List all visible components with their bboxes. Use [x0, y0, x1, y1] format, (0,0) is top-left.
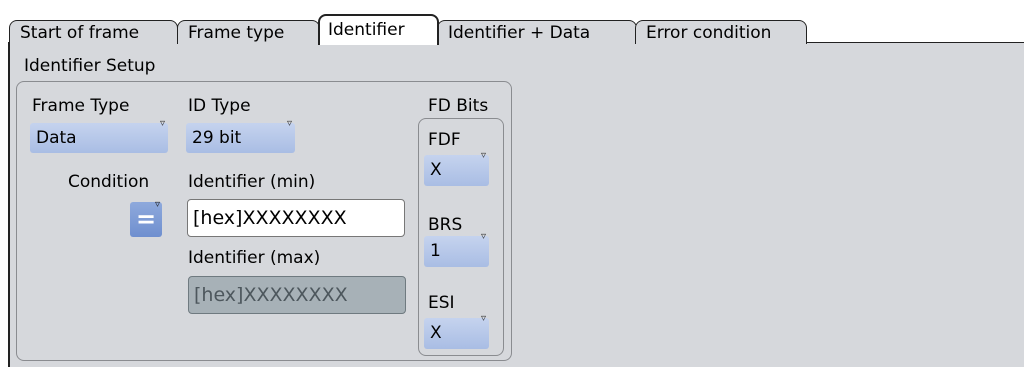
tab-frame-type[interactable]: Frame type [177, 20, 320, 44]
brs-label: BRS [428, 215, 463, 235]
brs-value: 1 [430, 241, 441, 261]
identifier-max-input: [hex]XXXXXXXX [188, 276, 406, 314]
identifier-min-label: Identifier (min) [188, 172, 316, 192]
frame-type-value: Data [36, 128, 77, 148]
id-type-value: 29 bit [192, 128, 242, 148]
section-title: Identifier Setup [24, 56, 156, 76]
esi-value: X [430, 323, 442, 343]
frame-type-label: Frame Type [32, 96, 130, 116]
fdf-label: FDF [428, 130, 461, 150]
chevron-down-icon: ▿ [480, 231, 486, 242]
esi-label: ESI [428, 293, 455, 313]
identifier-min-input[interactable]: [hex]XXXXXXXX [187, 199, 405, 237]
fd-bits-title: FD Bits [428, 96, 489, 116]
chevron-down-icon: ▿ [480, 313, 486, 324]
chevron-down-icon: ▿ [286, 118, 292, 129]
id-type-label: ID Type [188, 96, 251, 116]
frame-type-dropdown[interactable]: Data ▿ [30, 118, 168, 153]
condition-operator-button[interactable]: = ▿ [130, 199, 162, 237]
esi-dropdown[interactable]: X ▿ [424, 313, 489, 349]
tab-error-condition[interactable]: Error condition [635, 20, 807, 44]
tab-start-of-frame[interactable]: Start of frame [9, 20, 178, 44]
tab-identifier-data[interactable]: Identifier + Data [437, 20, 637, 44]
fdf-dropdown[interactable]: X ▿ [424, 150, 489, 186]
id-type-dropdown[interactable]: 29 bit ▿ [186, 118, 295, 153]
fdf-value: X [430, 160, 442, 180]
tab-identifier[interactable]: Identifier [318, 14, 439, 45]
condition-operator-value: = [135, 205, 157, 233]
condition-label: Condition [68, 172, 150, 192]
chevron-down-icon: ▿ [154, 199, 160, 210]
brs-dropdown[interactable]: 1 ▿ [424, 231, 489, 267]
identifier-max-label: Identifier (max) [188, 248, 321, 268]
chevron-down-icon: ▿ [159, 118, 165, 129]
chevron-down-icon: ▿ [480, 150, 486, 161]
